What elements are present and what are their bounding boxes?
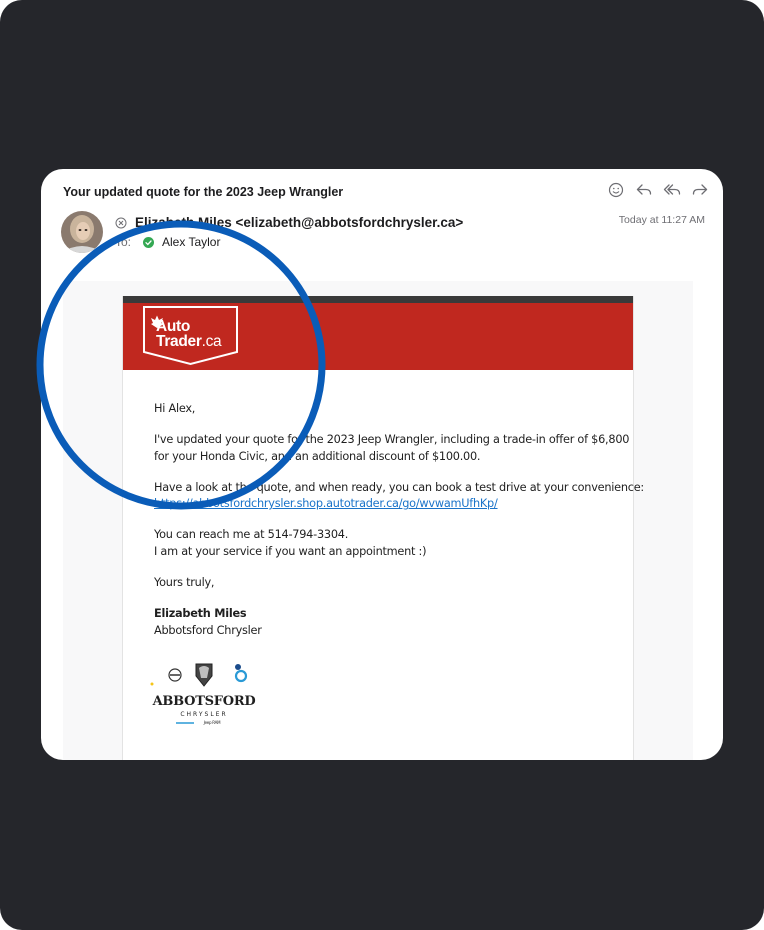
svg-text:Jeep RAM: Jeep RAM	[203, 720, 222, 725]
from-row: Elizabeth Miles <elizabeth@abbotsfordchr…	[115, 215, 463, 230]
reply-icon[interactable]	[635, 181, 653, 199]
abbotsford-dealer-logo: ABBOTSFORD CHRYSLER Jeep RAM	[150, 659, 256, 725]
paragraph-test-drive: Have a look at the quote, and when ready…	[154, 480, 644, 511]
autotrader-banner: Auto Trader.ca	[123, 303, 633, 370]
signature: Elizabeth Miles Abbotsford Chrysler	[154, 606, 633, 639]
email-subject: Your updated quote for the 2023 Jeep Wra…	[63, 185, 344, 199]
quote-link[interactable]: https://abbotsfordchrysler.shop.autotrad…	[154, 497, 498, 510]
reply-all-icon[interactable]	[663, 181, 681, 199]
paragraph-quote: I've updated your quote for the 2023 Jee…	[154, 433, 630, 463]
screenshot-frame: Your updated quote for the 2023 Jeep Wra…	[0, 0, 764, 930]
email-window: Your updated quote for the 2023 Jeep Wra…	[41, 169, 723, 760]
letter-top-bar	[123, 296, 633, 303]
email-toolbar	[607, 181, 709, 199]
sender-address[interactable]: Elizabeth Miles <elizabeth@abbotsfordchr…	[135, 215, 463, 230]
verified-check-icon	[143, 236, 154, 248]
remove-sender-icon[interactable]	[115, 217, 127, 229]
forward-icon[interactable]	[691, 181, 709, 199]
svg-text:ABBOTSFORD: ABBOTSFORD	[152, 694, 256, 709]
email-letter: Auto Trader.ca Hi Alex, I've updated you…	[122, 296, 644, 760]
signature-company: Abbotsford Chrysler	[154, 623, 262, 637]
letter-content: Hi Alex, I've updated your quote for the…	[123, 370, 644, 737]
to-row: To: Alex Taylor	[115, 235, 220, 249]
autotrader-logo-text: Auto Trader.ca	[156, 318, 222, 350]
recipient-name[interactable]: Alex Taylor	[162, 235, 220, 249]
email-timestamp: Today at 11:27 AM	[618, 214, 705, 226]
svg-text:CHRYSLER: CHRYSLER	[180, 711, 227, 718]
smiley-icon[interactable]	[607, 181, 625, 199]
greeting: Hi Alex,	[154, 402, 196, 415]
paragraph-contact: You can reach me at 514-794-3304. I am a…	[154, 528, 427, 558]
signature-name: Elizabeth Miles	[154, 607, 247, 621]
sender-avatar	[61, 211, 103, 253]
closing: Yours truly,	[154, 576, 215, 590]
to-label: To:	[115, 235, 132, 249]
